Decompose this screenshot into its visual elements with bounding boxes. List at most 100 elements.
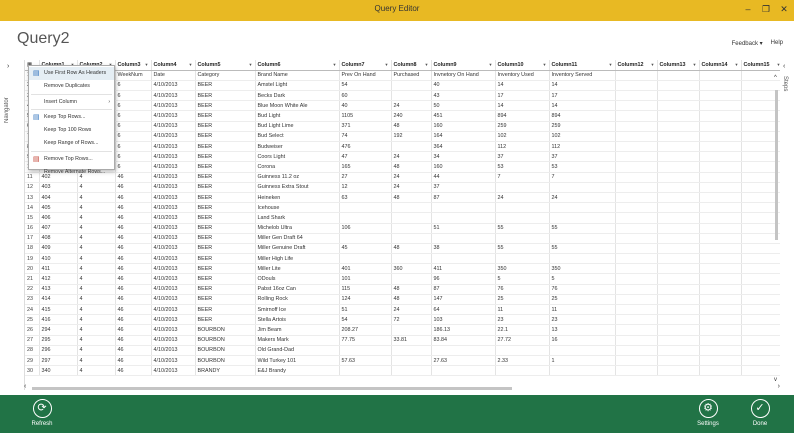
table-cell[interactable]: 46 bbox=[115, 233, 152, 244]
table-cell[interactable] bbox=[699, 80, 742, 92]
filter-dropdown-icon[interactable]: ▼ bbox=[735, 62, 739, 67]
table-cell[interactable]: 83.84 bbox=[431, 335, 496, 346]
table-cell[interactable]: 4/10/2013 bbox=[151, 304, 196, 316]
table-cell[interactable]: 12 bbox=[339, 182, 392, 193]
table-cell[interactable]: BEER bbox=[195, 202, 256, 214]
table-cell[interactable]: 48 bbox=[391, 294, 432, 306]
table-cell[interactable]: 4/10/2013 bbox=[151, 233, 196, 244]
table-cell[interactable]: 14 bbox=[549, 100, 616, 112]
table-cell[interactable] bbox=[391, 141, 432, 153]
table-cell[interactable]: 350 bbox=[495, 263, 550, 275]
table-cell[interactable]: Becks Dark bbox=[255, 90, 340, 102]
table-cell[interactable]: 74 bbox=[339, 131, 392, 143]
table-cell[interactable]: 54 bbox=[339, 80, 392, 92]
table-cell[interactable]: 4/10/2013 bbox=[151, 212, 196, 224]
table-row[interactable]: 16 407 4 46 4/10/2013 BEER Michelob Ultra 106 51… bbox=[25, 223, 780, 234]
table-cell[interactable] bbox=[615, 253, 658, 265]
row-number[interactable]: 16 bbox=[25, 223, 40, 234]
chevron-left-icon[interactable]: ‹ bbox=[783, 63, 785, 70]
table-cell[interactable]: 24 bbox=[391, 182, 432, 193]
table-cell[interactable] bbox=[615, 335, 658, 346]
table-cell[interactable]: BEER bbox=[195, 314, 256, 326]
table-cell[interactable] bbox=[699, 202, 742, 214]
table-cell[interactable]: 106 bbox=[339, 223, 392, 234]
table-cell[interactable]: 4/10/2013 bbox=[151, 243, 196, 255]
column-header[interactable]: Column14 ▼ bbox=[699, 60, 742, 71]
table-cell[interactable] bbox=[657, 284, 700, 295]
table-cell[interactable]: 4/10/2013 bbox=[151, 141, 196, 153]
table-cell[interactable]: 7 bbox=[549, 172, 616, 183]
table-cell[interactable] bbox=[431, 253, 496, 265]
table-cell[interactable]: 27.72 bbox=[495, 335, 550, 346]
menu-item[interactable]: Insert Column › bbox=[29, 96, 114, 109]
table-cell[interactable] bbox=[657, 345, 700, 356]
table-cell[interactable]: 48 bbox=[391, 243, 432, 255]
data-grid[interactable]: ▦Column1▼Column2▼Column3▼Column4▼Column5… bbox=[24, 60, 780, 390]
table-cell[interactable]: 4/10/2013 bbox=[151, 161, 196, 173]
table-cell[interactable]: 894 bbox=[495, 110, 550, 122]
table-cell[interactable] bbox=[657, 192, 700, 204]
filter-dropdown-icon[interactable]: ▼ bbox=[693, 62, 697, 67]
table-cell[interactable]: 87 bbox=[431, 284, 496, 295]
horizontal-scrollbar[interactable]: ‹ › bbox=[24, 383, 780, 393]
table-cell[interactable]: BEER bbox=[195, 161, 256, 173]
table-cell[interactable]: 147 bbox=[431, 294, 496, 306]
table-cell[interactable]: Smirnoff Ice bbox=[255, 304, 340, 316]
table-cell[interactable] bbox=[615, 192, 658, 204]
filter-dropdown-icon[interactable]: ▼ bbox=[333, 62, 337, 67]
column-header[interactable]: Column3 ▼ bbox=[115, 60, 152, 71]
table-row[interactable]: 464/10/2013BEERBlue Moon White Ale402450… bbox=[25, 100, 780, 112]
filter-dropdown-icon[interactable]: ▼ bbox=[189, 62, 193, 67]
table-cell[interactable]: 17 bbox=[549, 90, 616, 102]
table-cell[interactable]: 6 bbox=[115, 80, 152, 92]
table-cell[interactable]: 115 bbox=[339, 284, 392, 295]
table-cell[interactable]: BEER bbox=[195, 182, 256, 193]
row-number[interactable]: 27 bbox=[25, 335, 40, 346]
table-row[interactable]: 20 411 4 46 4/10/2013 BEER Miller Lite 401 360 41… bbox=[25, 263, 780, 275]
table-cell[interactable]: 102 bbox=[495, 131, 550, 143]
table-cell[interactable] bbox=[657, 151, 700, 163]
table-cell[interactable] bbox=[391, 253, 432, 265]
table-cell[interactable] bbox=[615, 121, 658, 132]
table-cell[interactable]: 11 bbox=[495, 304, 550, 316]
table-cell[interactable] bbox=[699, 273, 742, 285]
restore-button[interactable]: ❐ bbox=[760, 3, 772, 15]
table-row[interactable]: 964/10/2013BEERCoors Light4724343737 bbox=[25, 151, 780, 163]
table-cell[interactable] bbox=[657, 121, 700, 132]
table-cell[interactable]: 406 bbox=[39, 212, 78, 224]
table-cell[interactable]: 40 bbox=[339, 100, 392, 112]
table-cell[interactable] bbox=[431, 212, 496, 224]
table-cell[interactable]: 24 bbox=[391, 100, 432, 112]
table-cell[interactable]: 53 bbox=[495, 161, 550, 173]
table-cell[interactable]: BEER bbox=[195, 243, 256, 255]
table-cell[interactable]: Date bbox=[151, 70, 196, 81]
table-cell[interactable]: 186.13 bbox=[431, 324, 496, 336]
table-cell[interactable]: Prev On Hand bbox=[339, 70, 392, 81]
table-cell[interactable]: 415 bbox=[39, 304, 78, 316]
table-cell[interactable]: 7 bbox=[495, 172, 550, 183]
table-row[interactable]: 1WeekNumDateCategoryBrand NamePrev On Ha… bbox=[25, 70, 780, 81]
table-cell[interactable]: 27 bbox=[339, 172, 392, 183]
row-number[interactable]: 12 bbox=[25, 182, 40, 193]
table-row[interactable]: 11 402 4 46 4/10/2013 BEER Guinness 11.2 oz 27 2… bbox=[25, 172, 780, 183]
table-cell[interactable]: 164 bbox=[431, 131, 496, 143]
table-cell[interactable]: BEER bbox=[195, 253, 256, 265]
table-cell[interactable]: 4/10/2013 bbox=[151, 192, 196, 204]
table-cell[interactable] bbox=[699, 304, 742, 316]
table-cell[interactable] bbox=[615, 161, 658, 173]
table-cell[interactable]: BEER bbox=[195, 80, 256, 92]
scroll-thumb-horizontal[interactable] bbox=[32, 387, 512, 390]
table-cell[interactable] bbox=[699, 110, 742, 122]
steps-pane[interactable]: ‹ Steps bbox=[780, 60, 794, 390]
table-row[interactable]: 264/10/2013BEERAmstel Light54401414 bbox=[25, 80, 780, 92]
table-cell[interactable]: 46 bbox=[115, 273, 152, 285]
table-cell[interactable]: 6 bbox=[115, 121, 152, 132]
table-cell[interactable]: BOURBON bbox=[195, 324, 256, 336]
table-cell[interactable]: 408 bbox=[39, 233, 78, 244]
table-cell[interactable]: 405 bbox=[39, 202, 78, 214]
table-row[interactable]: 17 408 4 46 4/10/2013 BEER Miller Gen Draft 64 bbox=[25, 233, 780, 244]
table-cell[interactable] bbox=[699, 284, 742, 295]
table-cell[interactable]: 6 bbox=[115, 100, 152, 112]
table-cell[interactable]: 4/10/2013 bbox=[151, 314, 196, 326]
table-cell[interactable]: 46 bbox=[115, 324, 152, 336]
